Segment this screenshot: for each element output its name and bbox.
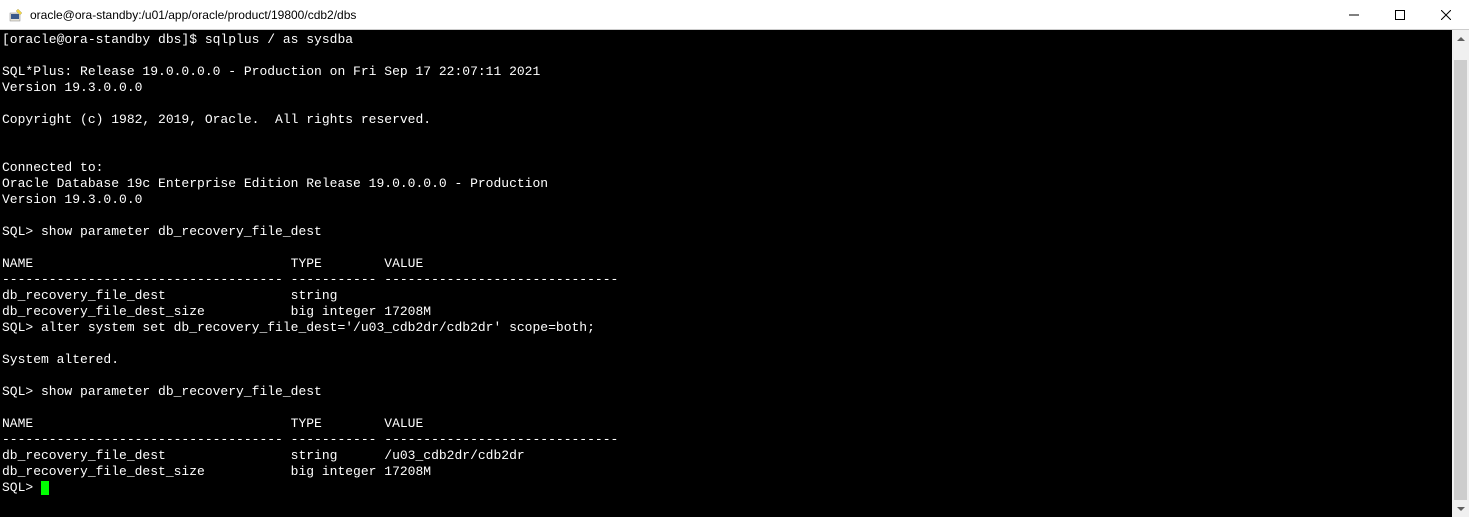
scrollbar-thumb[interactable] bbox=[1454, 60, 1467, 500]
putty-icon bbox=[8, 7, 24, 23]
window-controls bbox=[1331, 0, 1469, 29]
vertical-scrollbar[interactable] bbox=[1452, 30, 1469, 517]
scrollbar-up-button[interactable] bbox=[1452, 30, 1469, 47]
maximize-button[interactable] bbox=[1377, 0, 1423, 29]
close-button[interactable] bbox=[1423, 0, 1469, 29]
window-title: oracle@ora-standby:/u01/app/oracle/produ… bbox=[30, 8, 1331, 22]
content-area: [oracle@ora-standby dbs]$ sqlplus / as s… bbox=[0, 30, 1469, 517]
terminal-cursor bbox=[41, 481, 49, 495]
terminal-output[interactable]: [oracle@ora-standby dbs]$ sqlplus / as s… bbox=[0, 30, 1452, 517]
titlebar[interactable]: oracle@ora-standby:/u01/app/oracle/produ… bbox=[0, 0, 1469, 30]
minimize-button[interactable] bbox=[1331, 0, 1377, 29]
scrollbar-down-button[interactable] bbox=[1452, 500, 1469, 517]
